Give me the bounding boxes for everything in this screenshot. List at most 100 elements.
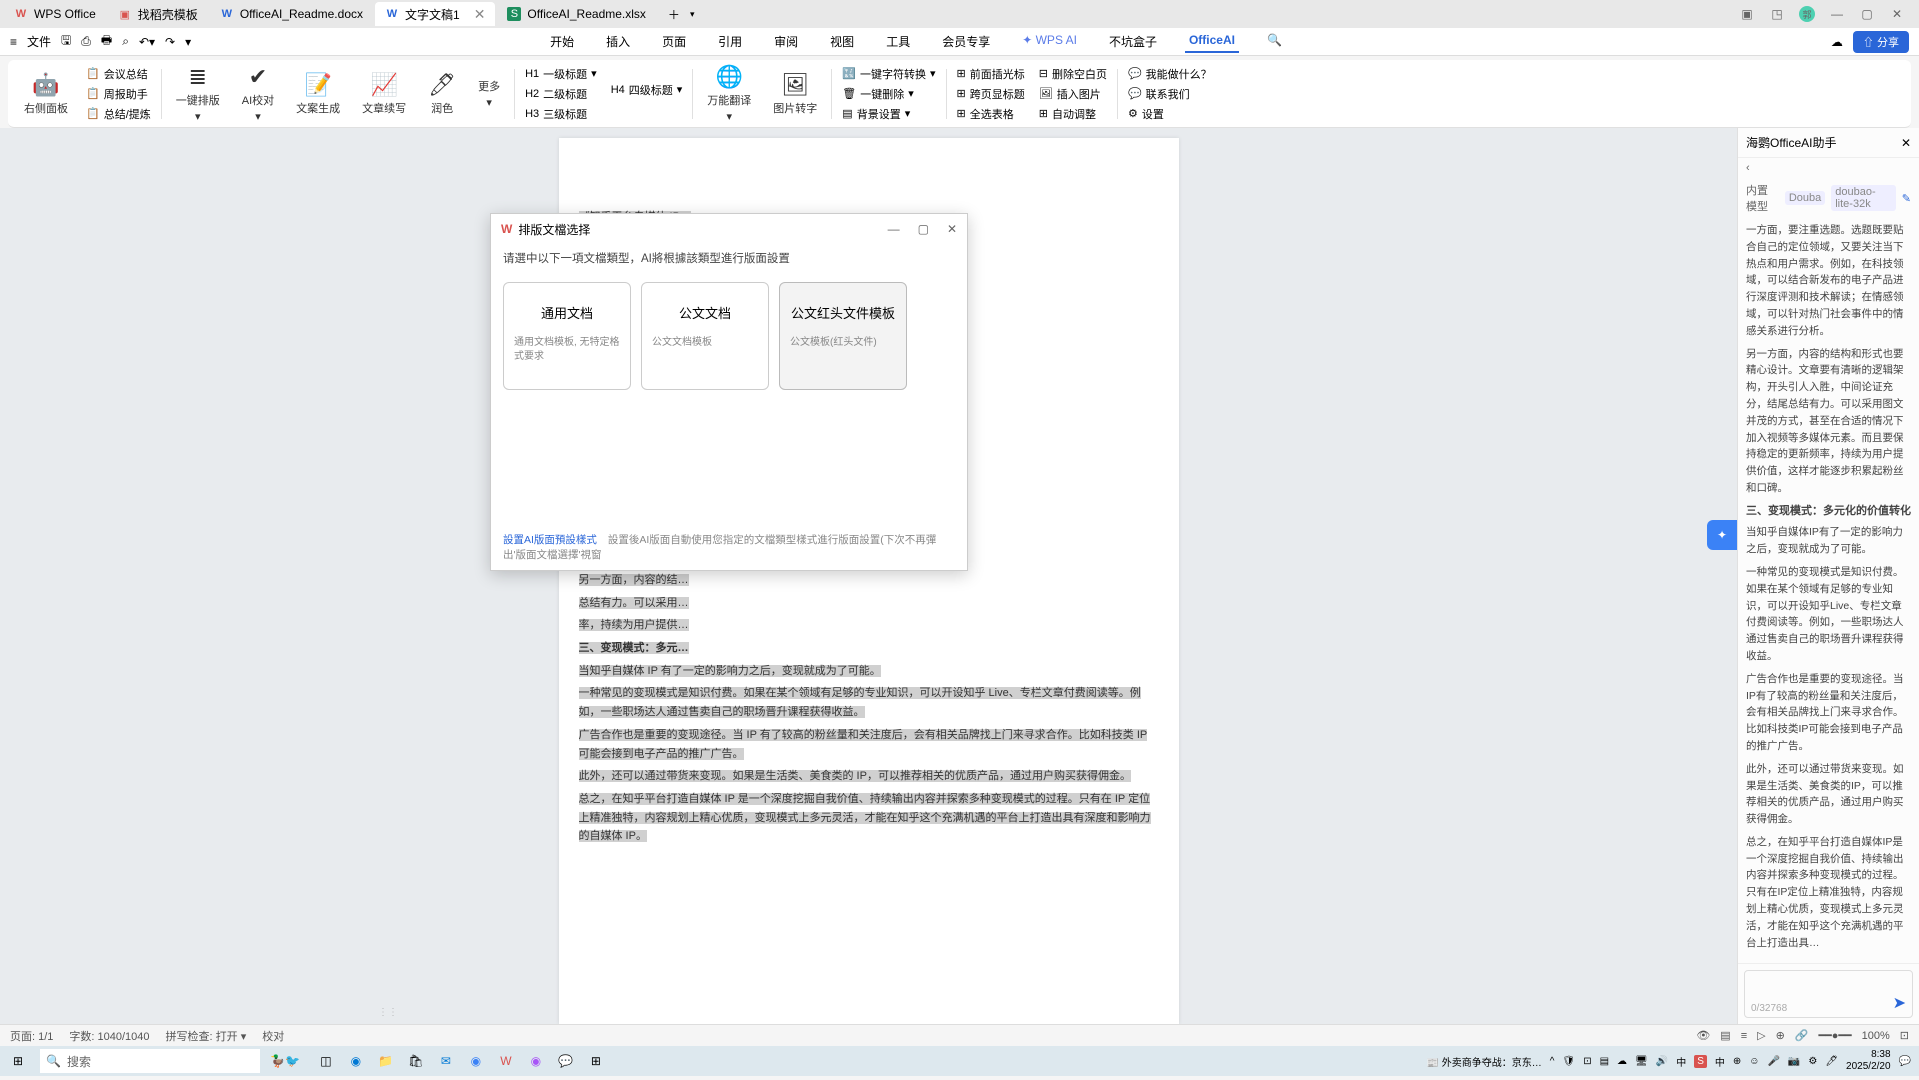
layout-button[interactable]: ≣一键排版 ▾ (168, 62, 228, 125)
tab-readme-xlsx[interactable]: SOfficeAI_Readme.xlsx (497, 2, 656, 26)
contact-us[interactable]: 💬 联系我们 (1124, 85, 1216, 103)
menu-officeai[interactable]: OfficeAI (1185, 30, 1239, 53)
select-all-tables[interactable]: ⊞ 全选表格 (953, 105, 1029, 123)
tray-icon[interactable]: ▤ (1600, 1056, 1609, 1067)
translate-button[interactable]: 🌐万能翻译 ▾ (699, 62, 759, 125)
insert-cursor[interactable]: ⊞ 前面插光标 (953, 65, 1029, 83)
close-icon[interactable]: ✕ (947, 222, 957, 236)
maximize-icon[interactable]: ▢ (918, 222, 929, 236)
undo-icon[interactable]: ↶▾ (139, 35, 155, 49)
avatar[interactable]: 郭 (1799, 6, 1815, 22)
summarize[interactable]: 📋 总结/提炼 (82, 105, 155, 123)
bg-setting[interactable]: ▤ 背景设置 ▾ (838, 105, 939, 123)
layout-icon[interactable]: ▣ (1739, 6, 1755, 22)
model-chip[interactable]: doubao-lite-32k (1831, 185, 1896, 211)
wps-taskbar-icon[interactable]: W (492, 1047, 520, 1075)
wechat-icon[interactable]: 💬 (552, 1047, 580, 1075)
ai-float-button[interactable]: ✦ (1707, 520, 1737, 550)
preview-icon[interactable]: ⌕ (122, 34, 129, 49)
zoom-value[interactable]: 100% (1862, 1030, 1890, 1042)
search-icon[interactable]: 🔍 (1263, 30, 1286, 53)
meeting-summary[interactable]: 📋 会议总结 (82, 65, 155, 83)
menu-reference[interactable]: 引用 (714, 30, 746, 53)
taskbar-search[interactable]: 🔍搜索 (40, 1049, 260, 1073)
tray-icon[interactable]: ⊕ (1733, 1056, 1741, 1067)
mail-icon[interactable]: ✉ (432, 1047, 460, 1075)
del-blank[interactable]: ⊟ 删除空白页 (1035, 65, 1111, 83)
template-card-general[interactable]: 通用文档 通用文档模板, 无特定格式要求 (503, 282, 631, 390)
input-icon[interactable]: S (1694, 1055, 1707, 1068)
tab-templates[interactable]: ▣找稻壳模板 (108, 2, 208, 26)
char-convert[interactable]: 🔣 一键字符转换 ▾ (838, 65, 939, 83)
notifications-icon[interactable]: 💬 (1899, 1056, 1911, 1067)
outline-view-icon[interactable]: ≡ (1741, 1030, 1747, 1042)
zoom-slider[interactable]: ━━●━━ (1819, 1029, 1852, 1042)
tab-doc1[interactable]: W文字文稿1✕ (375, 2, 495, 26)
app-icon[interactable]: ◉ (462, 1047, 490, 1075)
tray-icon[interactable]: 📷 (1788, 1056, 1800, 1067)
template-card-redhead[interactable]: 公文红头文件模板 公文模板(红头文件) (779, 282, 907, 390)
volume-icon[interactable]: 🔊 (1656, 1056, 1668, 1067)
continue-button[interactable]: 📈文章续写 (354, 70, 414, 118)
menu-bukeng[interactable]: 不坑盒子 (1105, 30, 1161, 53)
menu-vip[interactable]: 会员专享 (938, 30, 994, 53)
h2-button[interactable]: H2 二级标题 (521, 85, 601, 103)
page-count[interactable]: 页面: 1/1 (10, 1028, 53, 1044)
word-count[interactable]: 字数: 1040/1040 (69, 1028, 149, 1044)
ime-icon[interactable]: 中 (1676, 1054, 1686, 1069)
minimize-icon[interactable]: — (888, 222, 900, 236)
chevron-down-icon[interactable]: ▾ (185, 35, 191, 49)
hamburger-icon[interactable]: ≡ (10, 35, 17, 49)
cross-page-header[interactable]: ⊞ 跨页显标题 (953, 85, 1029, 103)
tray-icon[interactable]: 🖥 (1635, 1056, 1648, 1067)
polish-button[interactable]: 🖊润色 (420, 70, 464, 118)
weather-widget[interactable]: 🦆🐦 (264, 1054, 306, 1068)
back-icon[interactable]: ‹ (1746, 162, 1750, 174)
menu-tools[interactable]: 工具 (882, 30, 914, 53)
send-icon[interactable]: ➤ (1893, 993, 1906, 1013)
auto-adjust[interactable]: ⊞ 自动调整 (1035, 105, 1111, 123)
share-button[interactable]: ⇧ 分享 (1853, 31, 1909, 53)
menu-wpsai[interactable]: ✦ WPS AI (1018, 30, 1081, 53)
app-icon[interactable]: ⊞ (582, 1047, 610, 1075)
preset-link[interactable]: 設置AI版面預設樣式 (503, 534, 597, 546)
view-icon[interactable]: 👁 (1696, 1029, 1710, 1042)
cube-icon[interactable]: ◳ (1769, 6, 1785, 22)
ai-proof-button[interactable]: ✔AI校对 ▾ (234, 62, 282, 125)
tray-icon[interactable]: ☺ (1749, 1056, 1759, 1067)
minimize-icon[interactable]: — (1829, 6, 1845, 22)
tray-icon[interactable]: 🛡 (1562, 1056, 1575, 1067)
proof-status[interactable]: 校对 (262, 1028, 284, 1044)
tray-icon[interactable]: 🖊 (1825, 1056, 1838, 1067)
settings[interactable]: ⚙ 设置 (1124, 105, 1216, 123)
link-icon[interactable]: 🔗 (1795, 1029, 1809, 1042)
right-panel-button[interactable]: 🤖右侧面板 (16, 70, 76, 118)
h1-button[interactable]: H1 一级标题 ▾ (521, 65, 601, 83)
news-widget[interactable]: 📰 外卖商争夺战：京东… (1427, 1054, 1542, 1069)
tab-wps-office[interactable]: WWPS Office (4, 2, 106, 26)
print-icon[interactable]: 🖶 (101, 31, 112, 52)
ocr-button[interactable]: 🖼图片转字 (765, 70, 825, 118)
panel-close-icon[interactable]: ✕ (1901, 136, 1911, 150)
drag-handle-icon[interactable]: ⋮⋮ (378, 1007, 398, 1018)
maximize-icon[interactable]: ▢ (1859, 6, 1875, 22)
edge-icon[interactable]: ◉ (342, 1047, 370, 1075)
one-key-delete[interactable]: 🗑 一键删除 ▾ (838, 85, 939, 103)
clock[interactable]: 8:38 2025/2/20 (1846, 1049, 1891, 1073)
task-view-icon[interactable]: ◫ (312, 1047, 340, 1075)
tray-icon[interactable]: ☁ (1617, 1056, 1627, 1067)
print-preview-icon[interactable]: ⎙ (81, 34, 91, 49)
more-button[interactable]: 更多 ▾ (470, 76, 508, 111)
zoom-fit-icon[interactable]: ⊡ (1900, 1029, 1909, 1042)
save-icon[interactable]: 🖫 (61, 31, 71, 52)
model-chip[interactable]: Douba (1785, 191, 1825, 205)
h4-button[interactable]: H4 四级标题 ▾ (607, 81, 687, 99)
weekly-report[interactable]: 📋 周报助手 (82, 85, 155, 103)
tray-icon[interactable]: 🎤 (1767, 1056, 1779, 1067)
chat-input[interactable]: 0/32768 ➤ (1744, 970, 1913, 1018)
gen-button[interactable]: 📝文案生成 (288, 70, 348, 118)
menu-view[interactable]: 视图 (826, 30, 858, 53)
menu-page[interactable]: 页面 (658, 30, 690, 53)
tray-icon[interactable]: ⚙ (1808, 1056, 1817, 1067)
template-card-official[interactable]: 公文文档 公文文档模板 (641, 282, 769, 390)
